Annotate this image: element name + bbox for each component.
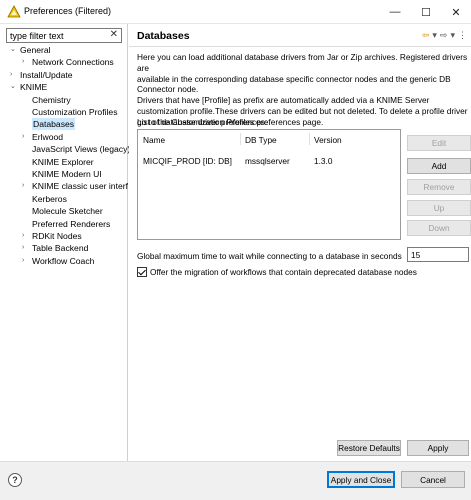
timeout-value: 15 xyxy=(411,250,421,260)
maximize-button[interactable]: ☐ xyxy=(411,0,441,24)
tree-item-label: General xyxy=(20,45,51,55)
chevron-right-icon[interactable]: › xyxy=(22,255,30,267)
tree-item-label: Preferred Renderers xyxy=(32,218,111,229)
tree-item-rdkit-nodes[interactable]: › RDKit Nodes xyxy=(0,230,128,242)
page-title: Databases xyxy=(137,30,190,42)
chevron-down-icon[interactable]: ⌄ xyxy=(10,81,18,93)
tree-item-erlwood[interactable]: › Erlwood xyxy=(0,131,128,143)
column-header-db-type[interactable]: DB Type xyxy=(245,135,277,145)
tree-item-chemistry[interactable]: Chemistry xyxy=(0,94,128,106)
tree-item-label: KNIME Modern UI xyxy=(32,169,102,179)
chevron-right-icon[interactable]: › xyxy=(22,180,30,192)
preferences-tree-pane: ✕ ⌄General›Network Connections›Install/U… xyxy=(0,24,131,461)
tree-item-label: KNIME Explorer xyxy=(32,156,94,167)
tree-item-knime-modern-ui[interactable]: KNIME Modern UI xyxy=(0,168,128,180)
up-button[interactable]: Up xyxy=(407,200,471,216)
tree-item-preferred-renderers[interactable]: Preferred Renderers xyxy=(0,218,128,230)
timeout-label: Global maximum time to wait while connec… xyxy=(137,251,402,261)
knime-app-icon xyxy=(7,5,21,18)
tree-item-javascript-views-legacy[interactable]: JavaScript Views (legacy) xyxy=(0,143,131,155)
timeout-input[interactable]: 15 xyxy=(407,247,469,262)
tree-item-label: KNIME classic user interf xyxy=(32,181,128,192)
column-divider xyxy=(240,133,241,145)
migration-checkbox-label[interactable]: Offer the migration of workflows that co… xyxy=(150,267,417,277)
description-line: available in the corresponding database … xyxy=(137,73,451,84)
databases-page: Databases ⇦ ▾ ⇨ ▾ ⋮ Here you can load ad… xyxy=(129,24,471,461)
column-header-version[interactable]: Version xyxy=(314,135,342,145)
tree-item-label: Table Backend xyxy=(32,243,89,254)
tree-item-network-connections[interactable]: › Network Connections xyxy=(0,56,128,68)
chevron-down-icon[interactable]: ⌄ xyxy=(10,44,18,56)
driver-list-label: List of database driver preferences: xyxy=(137,117,268,127)
tree-item-table-backend[interactable]: › Table Backend xyxy=(0,242,128,254)
tree-item-label: KNIME xyxy=(20,82,48,93)
filter-field[interactable]: ✕ xyxy=(6,28,122,43)
apply-and-close-button[interactable]: Apply and Close xyxy=(327,471,395,488)
page-nav: ⇦ ▾ ⇨ ▾ ⋮ xyxy=(422,29,467,41)
tree-item-databases[interactable]: Databases xyxy=(0,118,128,131)
clear-filter-icon[interactable]: ✕ xyxy=(110,29,118,40)
filter-input[interactable] xyxy=(10,30,106,41)
page-header: Databases ⇦ ▾ ⇨ ▾ ⋮ xyxy=(129,24,471,47)
help-icon[interactable]: ? xyxy=(8,473,22,487)
migration-checkbox[interactable] xyxy=(137,267,147,277)
description-line: Here you can load additional database dr… xyxy=(137,52,468,73)
tree-item-workflow-coach[interactable]: › Workflow Coach xyxy=(0,255,128,267)
tree-item-knime-explorer[interactable]: KNIME Explorer xyxy=(0,156,128,168)
down-button[interactable]: Down xyxy=(407,220,471,236)
chevron-right-icon[interactable]: › xyxy=(22,131,30,143)
chevron-right-icon[interactable]: › xyxy=(22,242,30,254)
forward-dropdown-icon[interactable]: ▾ xyxy=(450,30,455,41)
view-menu-icon[interactable]: ⋮ xyxy=(458,30,467,41)
tree-item-label: JavaScript Views (legacy) xyxy=(32,144,131,155)
description-line: customization profile.These drivers can … xyxy=(137,105,468,116)
table-cell-version: 1.3.0 xyxy=(314,156,333,166)
tree-item-label: Network Connections xyxy=(32,57,114,68)
tree-item-label: RDKit Nodes xyxy=(32,231,82,241)
edit-button[interactable]: Edit xyxy=(407,135,471,151)
tree-item-label: Erlwood xyxy=(32,131,64,142)
tree-item-label: Molecule Sketcher xyxy=(32,206,103,217)
minimize-button[interactable]: — xyxy=(380,0,410,24)
tree-item-label: Databases xyxy=(32,118,76,131)
tree-item-install-update[interactable]: › Install/Update xyxy=(0,69,128,81)
tree-item-label: Install/Update xyxy=(20,69,73,80)
restore-defaults-button[interactable]: Restore Defaults xyxy=(337,440,401,456)
cancel-button[interactable]: Cancel xyxy=(401,471,465,488)
dialog-footer: ? Apply and Close Cancel xyxy=(0,462,471,500)
table-cell-db-type: mssqlserver xyxy=(245,156,290,166)
chevron-right-icon[interactable]: › xyxy=(10,69,18,81)
tree-item-molecule-sketcher[interactable]: Molecule Sketcher xyxy=(0,205,128,217)
window-title: Preferences (Filtered) xyxy=(24,6,112,16)
description-line: Connector node. xyxy=(137,84,199,95)
back-arrow-icon[interactable]: ⇦ xyxy=(422,30,430,41)
column-header-name[interactable]: Name xyxy=(143,135,165,145)
back-dropdown-icon[interactable]: ▾ xyxy=(432,30,437,41)
driver-table[interactable]: Name DB Type Version MICQIF_PROD [ID: DB… xyxy=(137,129,401,240)
tree-item-label: Customization Profiles xyxy=(32,107,118,117)
tree-item-label: Kerberos xyxy=(32,193,67,204)
tree-item-label: Workflow Coach xyxy=(32,255,95,266)
tree-item-customization-profiles[interactable]: Customization Profiles xyxy=(0,106,128,118)
tree-item-general[interactable]: ⌄ General xyxy=(0,44,128,56)
column-divider xyxy=(309,133,310,145)
table-cell-name: MICQIF_PROD [ID: DB] xyxy=(143,156,232,166)
chevron-right-icon[interactable]: › xyxy=(22,230,30,242)
apply-button[interactable]: Apply xyxy=(407,440,469,456)
migration-option[interactable]: Offer the migration of workflows that co… xyxy=(137,266,417,278)
tree-item-label: Chemistry xyxy=(32,94,71,105)
remove-button[interactable]: Remove xyxy=(407,179,471,195)
description-line: Drivers that have [Profile] as prefix ar… xyxy=(137,95,430,106)
tree-item-knime[interactable]: ⌄ KNIME xyxy=(0,81,128,93)
close-button[interactable]: ✕ xyxy=(441,0,471,24)
tree-item-knime-classic-user-interf[interactable]: › KNIME classic user interf xyxy=(0,180,128,192)
chevron-right-icon[interactable]: › xyxy=(22,56,30,68)
tree-item-kerberos[interactable]: Kerberos xyxy=(0,193,128,205)
title-bar: Preferences (Filtered) — ☐ ✕ xyxy=(0,0,471,24)
add-button[interactable]: Add xyxy=(407,158,471,174)
forward-arrow-icon[interactable]: ⇨ xyxy=(440,30,448,41)
